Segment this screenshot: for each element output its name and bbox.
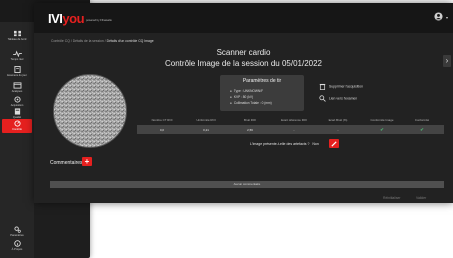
topbar: IVIyou powered by Ffinawelle ▾ <box>34 3 453 33</box>
settings-icon <box>13 226 21 233</box>
sidebar-item-settings[interactable]: Paramètres <box>2 226 32 237</box>
column-header: Ecart Bruit (%) <box>328 118 348 122</box>
acquisition-icon <box>13 96 21 103</box>
param-type: Type : UNKNOWN/F <box>230 89 263 93</box>
sidebar-item-label: Contrôle <box>12 128 22 131</box>
sidebar-item-label: Examens du jour <box>7 74 27 77</box>
realtime-icon <box>12 50 22 57</box>
dashboard-icon <box>13 30 21 37</box>
chevron-down-icon[interactable]: ▾ <box>446 15 448 20</box>
comments-empty: Aucun commentaire <box>50 181 444 188</box>
sidebar-item-control[interactable]: Contrôle <box>2 119 32 133</box>
param-kvp: KVP : 80 (kV) <box>230 95 253 99</box>
sidebar-item-dashboard[interactable]: Tableau de bord <box>2 30 32 41</box>
sidebar-item-label: Tableau de bord <box>7 38 27 41</box>
exams-icon <box>13 66 21 73</box>
edit-artefact-button[interactable] <box>329 139 339 148</box>
trash-icon <box>319 83 326 90</box>
artefact-question: L'image présente-t-elle des artefacts ? … <box>250 142 319 146</box>
pencil-icon <box>331 140 337 147</box>
sidebar-item-about[interactable]: À Propos <box>2 240 32 251</box>
table-cell: 0,21 <box>203 128 209 132</box>
sidebar-item-label: Acquisition <box>10 104 24 107</box>
shot-parameters-panel: Paramètres de tir Type : UNKNOWN/F KVP :… <box>220 75 304 111</box>
analysis-icon <box>13 82 21 89</box>
column-header: Nombre CT ROI <box>151 118 173 122</box>
breadcrumb-item[interactable]: Détails de la session <box>73 39 104 43</box>
validate-button[interactable]: Valider <box>416 196 426 200</box>
page-title: Scanner cardio <box>216 48 271 57</box>
table-row: 0,0 0,21 2,56 - - ✔ ✔ <box>137 125 444 134</box>
main-window: IVIyou powered by Ffinawelle ▾ Contrôle … <box>34 3 453 203</box>
table-cell: - <box>337 128 339 132</box>
breadcrumb-item[interactable]: Contrôle CQ <box>51 39 70 43</box>
column-header: Uniformité ROI <box>196 118 216 122</box>
sidebar-item-quality[interactable]: Qualité <box>2 108 32 119</box>
breadcrumb-current: Détails d'un contrôle CQ Image <box>106 39 154 43</box>
user-avatar-icon[interactable] <box>434 12 443 21</box>
page-subtitle: Contrôle Image de la session du 05/01/20… <box>165 59 322 68</box>
sidebar-item-label: Paramètres <box>10 234 24 237</box>
add-comment-button[interactable]: + <box>82 157 92 166</box>
column-header: Bruit ROI <box>244 118 256 122</box>
artefact-answer: Non <box>312 142 319 146</box>
column-header: Ecart référence ROI <box>281 118 307 122</box>
sidebar-item-realtime[interactable]: Temps réel <box>2 50 32 61</box>
reset-button[interactable]: Réinitialiser <box>383 196 401 200</box>
sidebar-item-label: Temps réel <box>10 58 24 61</box>
powered-by: powered by Ffinawelle <box>86 19 112 22</box>
column-header: Conformité Image <box>370 118 394 122</box>
check-icon: ✔ <box>420 126 424 132</box>
next-arrow-button[interactable]: › <box>443 55 451 67</box>
phantom-image <box>53 74 127 148</box>
param-collimation: Collimation Totale : 0 (mm) <box>230 101 272 105</box>
params-title: Paramètres de tir <box>242 78 282 84</box>
sidebar-item-analysis[interactable]: Analyses <box>2 82 32 93</box>
table-header: Nombre CT ROI Uniformité ROI Bruit ROI E… <box>137 117 444 124</box>
delete-acquisition-button[interactable]: Supprimer l'acquisition <box>319 83 363 90</box>
artefact-question-text: L'image présente-t-elle des artefacts ? <box>250 142 310 146</box>
breadcrumb: Contrôle CQ / Détails de la session / Dé… <box>51 39 154 43</box>
app-logo[interactable]: IVIyou <box>48 11 85 26</box>
sidebar-item-label: À Propos <box>11 248 23 251</box>
comments-title: Commentaires <box>50 160 83 166</box>
table-cell: 2,56 <box>247 128 253 132</box>
noise-texture <box>54 75 126 147</box>
sidebar-item-label: Analyses <box>11 90 23 93</box>
sidebar-item-exams[interactable]: Examens du jour <box>2 66 32 77</box>
control-icon <box>13 120 21 127</box>
column-header: Conformité <box>414 118 430 122</box>
quality-icon <box>14 108 20 115</box>
about-icon <box>13 240 21 247</box>
sidebar: Tableau de bord Temps réel Examens du jo… <box>0 22 34 258</box>
table-cell: - <box>293 128 295 132</box>
table-cell: 0,0 <box>159 128 165 132</box>
sidebar-item-acquisition[interactable]: Acquisition <box>2 96 32 107</box>
search-icon <box>319 95 326 102</box>
check-icon: ✔ <box>380 126 384 132</box>
view-exam-link[interactable]: Lien vers l'examen <box>319 95 357 102</box>
